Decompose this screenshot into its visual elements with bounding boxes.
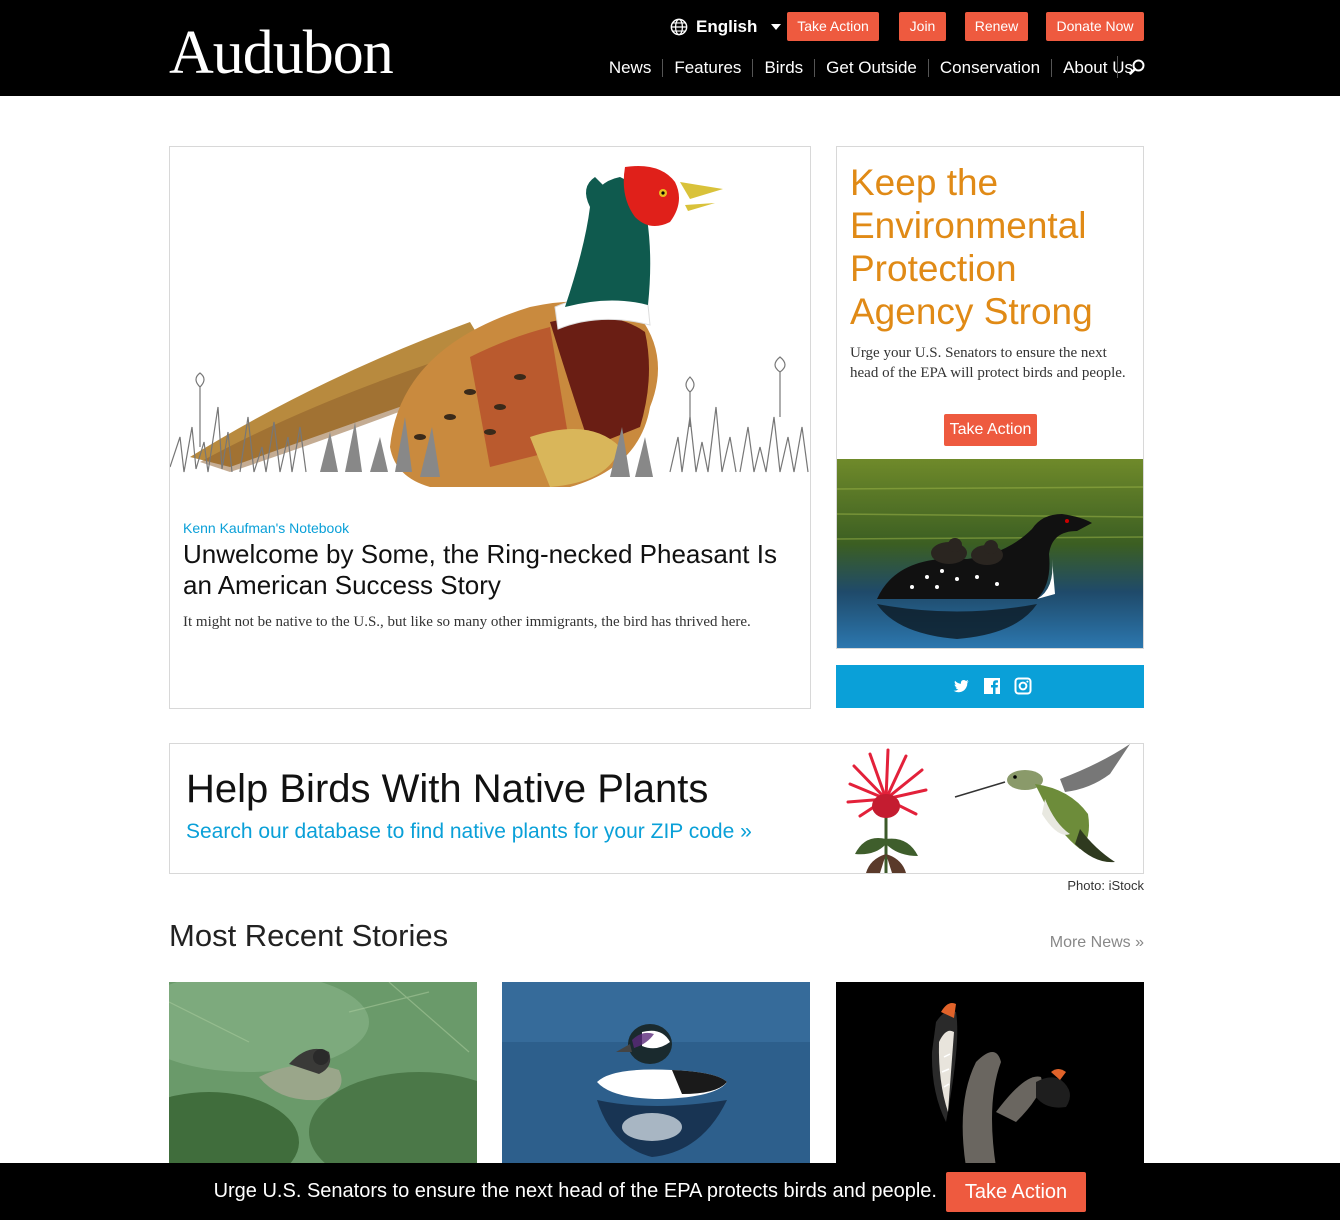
feature-headline[interactable]: Unwelcome by Some, the Ring-necked Pheas… — [183, 539, 803, 601]
pheasant-illustration — [170, 147, 810, 507]
campaign-text: Urge your U.S. Senators to ensure the ne… — [850, 345, 1126, 381]
story-card[interactable] — [169, 982, 477, 1167]
story-photo-woodpecker — [836, 982, 1144, 1167]
story-photo-bufflehead — [502, 982, 810, 1167]
facebook-icon[interactable] — [983, 677, 1001, 695]
globe-icon — [670, 18, 688, 36]
campaign-title[interactable]: Keep the Environmental Protection Agency… — [850, 161, 1140, 333]
story-card[interactable] — [836, 982, 1144, 1167]
native-plants-banner[interactable]: Help Birds With Native Plants Search our… — [169, 743, 1144, 874]
story-card[interactable] — [502, 982, 810, 1167]
renew-button[interactable]: Renew — [965, 12, 1028, 41]
join-button[interactable]: Join — [899, 12, 946, 41]
campaign-take-action-button[interactable]: Take Action — [944, 414, 1037, 446]
take-action-button[interactable]: Take Action — [787, 12, 879, 41]
feature-story-card[interactable]: Kenn Kaufman's Notebook Unwelcome by Som… — [169, 146, 811, 709]
story-photo-nest — [169, 982, 477, 1167]
site-header: Audubon English Take Action Join Renew D… — [0, 0, 1340, 96]
social-bar — [836, 665, 1144, 708]
more-news-link[interactable]: More News » — [1020, 934, 1144, 952]
loon-photo — [837, 459, 1143, 648]
search-icon — [1129, 59, 1145, 75]
recent-stories-heading: Most Recent Stories — [169, 918, 449, 953]
native-plants-title: Help Birds With Native Plants — [186, 767, 709, 811]
photo-credit: Photo: iStock — [1067, 878, 1144, 893]
instagram-icon[interactable] — [1014, 677, 1032, 695]
sticky-take-action-button[interactable]: Take Action — [946, 1172, 1086, 1212]
epa-campaign-card: Keep the Environmental Protection Agency… — [836, 146, 1144, 649]
nav-news[interactable]: News — [598, 59, 663, 77]
language-selector[interactable]: English — [670, 14, 782, 40]
feature-dek: It might not be native to the U.S., but … — [183, 614, 751, 630]
nav-get-outside[interactable]: Get Outside — [814, 59, 928, 77]
donate-now-button[interactable]: Donate Now — [1046, 12, 1144, 41]
nav-birds[interactable]: Birds — [752, 59, 814, 77]
feature-kicker-link[interactable]: Kenn Kaufman's Notebook — [183, 520, 349, 536]
sticky-message: Urge U.S. Senators to ensure the next he… — [213, 1180, 937, 1202]
audubon-logo[interactable]: Audubon — [169, 18, 394, 88]
native-plants-search-link[interactable]: Search our database to find native plant… — [186, 820, 752, 844]
chevron-down-icon — [771, 24, 782, 30]
main-nav: News Features Birds Get Outside Conserva… — [598, 54, 1144, 82]
search-button[interactable] — [1117, 56, 1145, 78]
nav-conservation[interactable]: Conservation — [927, 59, 1051, 77]
bee-balm-hummingbird-photo — [830, 744, 1143, 873]
twitter-icon[interactable] — [952, 677, 970, 695]
nav-features[interactable]: Features — [662, 59, 752, 77]
sticky-action-bar: Urge U.S. Senators to ensure the next he… — [0, 1163, 1340, 1220]
language-label: English — [696, 17, 758, 36]
